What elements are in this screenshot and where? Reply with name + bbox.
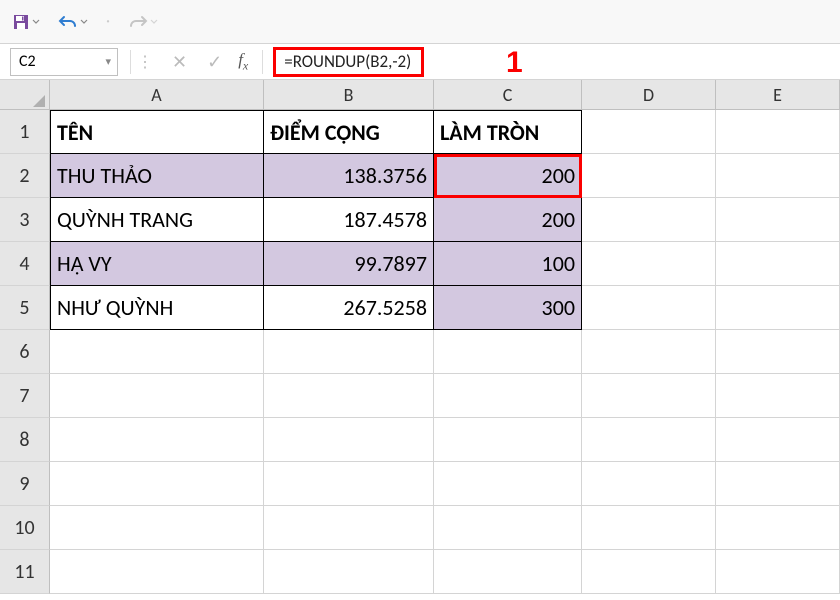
cell-e3[interactable] [716, 198, 840, 242]
cell-b7[interactable] [264, 374, 434, 418]
redo-button[interactable] [128, 14, 158, 30]
cell-b2[interactable]: 138.3756 [264, 154, 434, 198]
cell-d1[interactable] [582, 110, 716, 154]
cell-c3[interactable]: 200 [434, 198, 582, 242]
separator [262, 50, 263, 74]
cell-e5[interactable] [716, 286, 840, 330]
row-header-11[interactable]: 11 [0, 550, 50, 594]
separator [130, 50, 131, 74]
cell-d3[interactable] [582, 198, 716, 242]
cell-a10[interactable] [50, 506, 264, 550]
formula-input[interactable]: =ROUNDUP(B2,-2) [273, 47, 424, 77]
cell-b4[interactable]: 99.7897 [264, 242, 434, 286]
cell-e11[interactable] [716, 550, 840, 594]
spreadsheet-grid[interactable]: A B C D E 1 TÊN ĐIỂM CỘNG LÀM TRÒN 2 THU… [0, 80, 840, 594]
cell-a4[interactable]: HẠ VY [50, 242, 264, 286]
cell-b6[interactable] [264, 330, 434, 374]
col-header-e[interactable]: E [716, 80, 840, 110]
row-header-10[interactable]: 10 [0, 506, 50, 550]
cell-d2[interactable] [582, 154, 716, 198]
cell-b9[interactable] [264, 462, 434, 506]
cell-c8[interactable] [434, 418, 582, 462]
chevron-down-icon [80, 18, 88, 26]
save-button[interactable] [12, 13, 40, 31]
cell-e9[interactable] [716, 462, 840, 506]
cell-a7[interactable] [50, 374, 264, 418]
cell-c11[interactable] [434, 550, 582, 594]
formula-bar: C2 ▾ ⋮ ✕ ✓ fx =ROUNDUP(B2,-2) [0, 44, 840, 80]
cell-d10[interactable] [582, 506, 716, 550]
cancel-icon[interactable]: ✕ [172, 51, 187, 73]
cell-a11[interactable] [50, 550, 264, 594]
cell-e10[interactable] [716, 506, 840, 550]
row-header-8[interactable]: 8 [0, 418, 50, 462]
quick-access-toolbar: · [0, 0, 840, 44]
cell-a6[interactable] [50, 330, 264, 374]
cell-c6[interactable] [434, 330, 582, 374]
toolbar-separator: · [106, 12, 110, 31]
redo-icon [128, 14, 148, 30]
cell-e4[interactable] [716, 242, 840, 286]
cell-c4[interactable]: 100 [434, 242, 582, 286]
cell-c7[interactable] [434, 374, 582, 418]
fx-icon[interactable]: fx [238, 50, 248, 73]
row-header-2[interactable]: 2 [0, 154, 50, 198]
cell-b1[interactable]: ĐIỂM CỘNG [264, 110, 434, 154]
cell-e7[interactable] [716, 374, 840, 418]
cell-d6[interactable] [582, 330, 716, 374]
row-header-4[interactable]: 4 [0, 242, 50, 286]
enter-icon[interactable]: ✓ [207, 51, 222, 73]
annotation-1: 1 [506, 46, 523, 80]
chevron-down-icon[interactable]: ▾ [105, 55, 111, 68]
cell-b11[interactable] [264, 550, 434, 594]
cell-d7[interactable] [582, 374, 716, 418]
cell-a9[interactable] [50, 462, 264, 506]
row-header-5[interactable]: 5 [0, 286, 50, 330]
cell-d11[interactable] [582, 550, 716, 594]
row-header-7[interactable]: 7 [0, 374, 50, 418]
cell-a1[interactable]: TÊN [50, 110, 264, 154]
cell-b10[interactable] [264, 506, 434, 550]
cell-a2[interactable]: THU THẢO [50, 154, 264, 198]
cell-a3[interactable]: QUỲNH TRANG [50, 198, 264, 242]
drag-handle-icon: ⋮ [137, 52, 154, 72]
cell-c2[interactable]: 200 [434, 154, 582, 198]
name-box[interactable]: C2 ▾ [10, 48, 118, 76]
cell-b8[interactable] [264, 418, 434, 462]
cell-d5[interactable] [582, 286, 716, 330]
col-header-a[interactable]: A [50, 80, 264, 110]
formula-text: =ROUNDUP(B2,-2) [284, 51, 411, 72]
cell-e6[interactable] [716, 330, 840, 374]
save-icon [12, 13, 30, 31]
cell-d8[interactable] [582, 418, 716, 462]
cell-a8[interactable] [50, 418, 264, 462]
col-header-b[interactable]: B [264, 80, 434, 110]
chevron-down-icon [150, 18, 158, 26]
cell-e8[interactable] [716, 418, 840, 462]
select-all-corner[interactable] [0, 80, 50, 110]
name-box-value: C2 [19, 52, 36, 71]
cell-b3[interactable]: 187.4578 [264, 198, 434, 242]
cell-e2[interactable] [716, 154, 840, 198]
chevron-down-icon [32, 18, 40, 26]
cell-b5[interactable]: 267.5258 [264, 286, 434, 330]
cell-c5[interactable]: 300 [434, 286, 582, 330]
row-header-3[interactable]: 3 [0, 198, 50, 242]
undo-icon [58, 14, 78, 30]
cell-d4[interactable] [582, 242, 716, 286]
col-header-c[interactable]: C [434, 80, 582, 110]
cell-c10[interactable] [434, 506, 582, 550]
undo-button[interactable] [58, 14, 88, 30]
row-header-1[interactable]: 1 [0, 110, 50, 154]
cell-d9[interactable] [582, 462, 716, 506]
col-header-d[interactable]: D [582, 80, 716, 110]
cell-c1[interactable]: LÀM TRÒN [434, 110, 582, 154]
cell-a5[interactable]: NHƯ QUỲNH [50, 286, 264, 330]
row-header-6[interactable]: 6 [0, 330, 50, 374]
cell-e1[interactable] [716, 110, 840, 154]
cell-c9[interactable] [434, 462, 582, 506]
row-header-9[interactable]: 9 [0, 462, 50, 506]
